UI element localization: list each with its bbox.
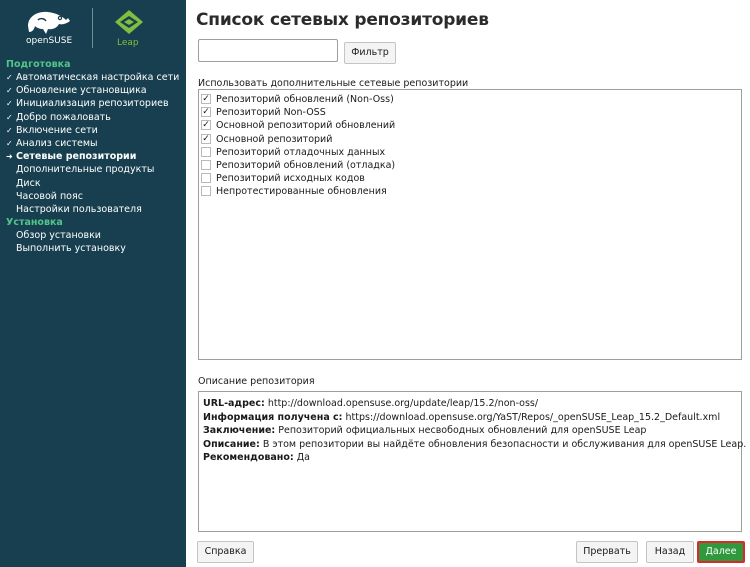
check-icon: ✓	[6, 99, 13, 109]
desc-key: Рекомендовано:	[203, 452, 294, 463]
step-label: Анализ системы	[16, 137, 98, 149]
filter-button[interactable]: Фильтр	[344, 42, 396, 64]
description-label: Описание репозитория	[198, 376, 315, 387]
desc-key: Информация получена с:	[203, 411, 343, 423]
desc-value: Да	[293, 452, 310, 463]
step-repo-init: ✓ Инициализация репозиториев	[6, 97, 184, 110]
step-system-analysis: ✓ Анализ системы	[6, 137, 184, 150]
desc-summary: Заключение: Репозиторий официальных несв…	[203, 424, 737, 438]
desc-recommended: Рекомендовано: Да	[203, 451, 737, 465]
step-label: Добро пожаловать	[16, 111, 111, 123]
step-label: Автоматическая настройка сети	[16, 72, 180, 83]
step-label: Часовой пояс	[16, 190, 83, 202]
step-label: Инициализация репозиториев	[16, 98, 169, 110]
next-button[interactable]: Далее	[697, 541, 745, 563]
opensuse-wordmark: openSUSE	[26, 36, 73, 46]
section-preparation: Подготовка	[6, 59, 71, 70]
desc-description: Описание: В этом репозитории вы найдёте …	[203, 438, 746, 452]
checkbox[interactable]	[201, 186, 211, 197]
checkbox[interactable]: ✓	[201, 94, 211, 104]
step-label: Дополнительные продукты	[16, 164, 155, 176]
repo-list[interactable]: ✓ Репозиторий обновлений (Non-Oss) ✓ Репоз…	[198, 89, 742, 360]
repo-list-label: Использовать дополнительные сетевые репо…	[198, 78, 469, 89]
repo-label: Непротестированные обновления	[216, 186, 387, 198]
desc-value: В этом репозитории вы найдёте обновления…	[259, 438, 747, 450]
repo-label: Репозиторий Non-OSS	[216, 107, 326, 119]
checkbox[interactable]	[201, 146, 211, 157]
check-icon: ✓	[6, 86, 13, 96]
step-online-repos: ➜ Сетевые репозитории	[6, 150, 184, 163]
check-icon: ✓	[6, 73, 13, 82]
repo-label: Основной репозиторий	[216, 133, 333, 145]
main-panel: Список сетевых репозиториев Фильтр Испол…	[186, 0, 750, 567]
check-icon: ✓	[6, 125, 13, 135]
step-label: Обновление установщика	[16, 85, 147, 97]
desc-source: Информация получена с: https://download.…	[203, 411, 737, 425]
checkbox[interactable]: ✓	[201, 120, 211, 131]
back-button[interactable]: Назад	[646, 541, 694, 563]
sidebar: openSUSE Leap Подготовка ✓ Автоматическая…	[0, 0, 186, 567]
checkbox[interactable]: ✓	[201, 107, 211, 118]
step-label: Обзор установки	[16, 230, 101, 242]
step-addon-products: Дополнительные продукты	[6, 163, 184, 176]
desc-key: Заключение:	[203, 425, 276, 436]
filter-input[interactable]	[198, 39, 338, 62]
current-arrow-icon: ➜	[6, 152, 13, 162]
step-disk: Диск	[6, 177, 184, 190]
installation-steps: Подготовка ✓ Автоматическая настройка сет…	[6, 58, 184, 255]
description-box: URL-адрес: http://download.opensuse.org/…	[198, 391, 746, 532]
desc-value: https://download.opensuse.org/YaST/Repos…	[342, 411, 721, 423]
section-installation: Установка	[6, 217, 63, 229]
help-button[interactable]: Справка	[197, 541, 254, 563]
repo-label: Репозиторий отладочных данных	[216, 146, 386, 158]
check-icon: ✓	[6, 138, 13, 148]
step-network-enable: ✓ Включение сети	[6, 124, 184, 137]
repo-label: Репозиторий исходных кодов	[216, 173, 365, 185]
logo-divider	[92, 8, 93, 48]
check-icon: ✓	[6, 112, 13, 122]
desc-value: http://download.opensuse.org/update/leap…	[264, 398, 539, 409]
desc-key: URL-адрес:	[203, 398, 265, 409]
step-label: Сетевые репозитории	[16, 151, 137, 163]
opensuse-logo: openSUSE	[22, 8, 78, 48]
step-label: Выполнить установку	[16, 243, 126, 255]
leap-wordmark: Leap	[117, 38, 139, 48]
step-label: Диск	[16, 177, 41, 189]
checkbox[interactable]	[201, 160, 211, 170]
step-timezone: Часовой пояс	[6, 190, 184, 203]
logo-area: openSUSE Leap	[0, 0, 186, 58]
leap-logo: Leap	[112, 8, 148, 52]
page-title: Список сетевых репозиториев	[196, 10, 489, 30]
repo-label: Репозиторий обновлений (отладка)	[216, 160, 396, 171]
abort-button[interactable]: Прервать	[576, 541, 638, 563]
step-label: Настройки пользователя	[16, 203, 142, 215]
checkbox[interactable]	[201, 173, 211, 184]
chameleon-icon	[28, 11, 70, 34]
step-user-settings: Настройки пользователя	[6, 203, 184, 216]
repo-label: Основной репозиторий обновлений	[216, 120, 396, 132]
repo-label: Репозиторий обновлений (Non-Oss)	[216, 94, 394, 105]
step-installation-overview: Обзор установки	[6, 229, 184, 242]
step-installer-update: ✓ Обновление установщика	[6, 84, 184, 97]
step-auto-network: ✓ Автоматическая настройка сети	[6, 71, 184, 84]
desc-value: Репозиторий официальных несвободных обно…	[275, 425, 647, 436]
checkbox[interactable]: ✓	[201, 133, 211, 144]
desc-url: URL-адрес: http://download.opensuse.org/…	[203, 397, 737, 411]
step-perform-installation: Выполнить установку	[6, 242, 184, 255]
step-welcome: ✓ Добро пожаловать	[6, 111, 184, 124]
desc-key: Описание:	[203, 438, 260, 450]
step-label: Включение сети	[16, 124, 98, 136]
leap-diamond-icon	[115, 10, 143, 34]
